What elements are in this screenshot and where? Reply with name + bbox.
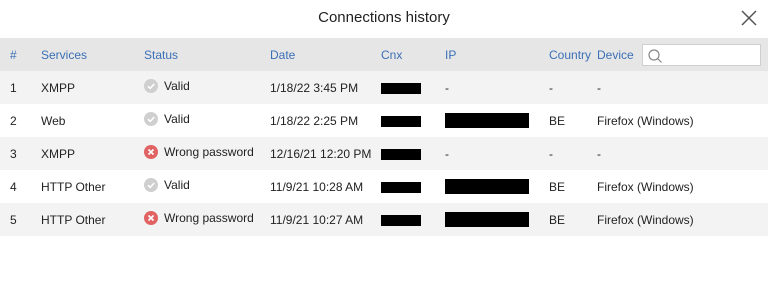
row-status: Valid [134,104,260,137]
table-row[interactable]: 1 XMPP Valid 1/18/22 3:45 PM - - - [0,71,768,104]
column-header-services[interactable]: Services [31,38,134,71]
row-number: 5 [10,212,17,227]
row-status: Valid [134,71,260,104]
row-cnx [371,71,435,104]
table-row[interactable]: 2 Web Valid 1/18/22 2:25 PM BE Firefox (Windo… [0,104,768,137]
column-header-device[interactable]: Device [587,38,636,71]
row-number: 2 [10,113,17,128]
row-date: 1/18/22 2:25 PM [270,113,359,128]
check-circle-icon [144,79,158,93]
search-input[interactable] [667,44,761,67]
table-row[interactable]: 5 HTTP Other Wrong password 11/9/21 10:27 A… [0,203,768,236]
error-circle-icon [144,145,158,159]
row-device: Firefox (Windows) [597,212,694,227]
row-ip [435,203,539,236]
table-row[interactable]: 4 HTTP Other Valid 11/9/21 10:28 AM BE Firefo… [0,170,768,203]
row-country: BE [549,212,566,227]
redacted-block [381,181,421,193]
row-status-label: Valid [164,178,190,192]
row-device: - [597,146,601,161]
row-status-label: Wrong password [164,211,254,225]
row-ip: - [435,71,539,104]
row-service: Web [41,113,66,128]
row-service: XMPP [41,80,76,95]
table-header-row: # Services Status Date Cnx IP Country De… [0,38,768,71]
row-country: BE [549,113,566,128]
redacted-block [445,212,529,228]
row-service: HTTP Other [41,179,106,194]
column-header-ip[interactable]: IP [435,38,539,71]
row-number: 3 [10,146,17,161]
row-ip-value: - [445,80,449,95]
row-date: 12/16/21 12:20 PM [270,146,371,161]
row-country: - [549,80,553,95]
row-cnx [371,104,435,137]
redacted-block [381,214,421,226]
redacted-block [381,82,421,94]
row-ip [435,170,539,203]
row-ip-value: - [445,146,449,161]
row-status: Wrong password [134,137,260,170]
row-ip [435,104,539,137]
redacted-block [445,113,529,129]
row-status-label: Wrong password [164,145,254,159]
row-country: BE [549,179,566,194]
row-date: 11/9/21 10:28 AM [270,179,364,194]
row-service: HTTP Other [41,212,106,227]
row-date: 1/18/22 3:45 PM [270,80,359,95]
check-circle-icon [144,178,158,192]
column-header-status[interactable]: Status [134,38,260,71]
close-icon[interactable] [740,9,758,27]
redacted-block [445,179,529,195]
row-service: XMPP [41,146,76,161]
row-cnx [371,170,435,203]
dialog-title: Connections history [318,9,450,26]
row-country: - [549,146,553,161]
row-cnx [371,137,435,170]
redacted-block [381,115,421,127]
search-icon [648,48,662,63]
error-circle-icon [144,211,158,225]
row-number: 1 [10,80,17,95]
row-status-label: Valid [164,112,190,126]
column-header-country[interactable]: Country [539,38,591,71]
row-status-label: Valid [164,79,190,93]
row-date: 11/9/21 10:27 AM [270,212,364,227]
row-device: Firefox (Windows) [597,113,694,128]
search-field[interactable] [642,43,761,67]
row-number: 4 [10,179,17,194]
column-header-cnx[interactable]: Cnx [371,38,435,71]
check-circle-icon [144,112,158,126]
row-device: - [597,80,601,95]
row-device: Firefox (Windows) [597,179,694,194]
column-header-num[interactable]: # [0,38,31,71]
column-header-date[interactable]: Date [260,38,371,71]
connections-table: # Services Status Date Cnx IP Country De… [0,38,768,236]
search-cell [636,38,768,71]
row-status: Valid [134,170,260,203]
row-ip: - [435,137,539,170]
table-row[interactable]: 3 XMPP Wrong password 12/16/21 12:20 PM - - - [0,137,768,170]
row-cnx [371,203,435,236]
row-status: Wrong password [134,203,260,236]
redacted-block [381,148,421,160]
